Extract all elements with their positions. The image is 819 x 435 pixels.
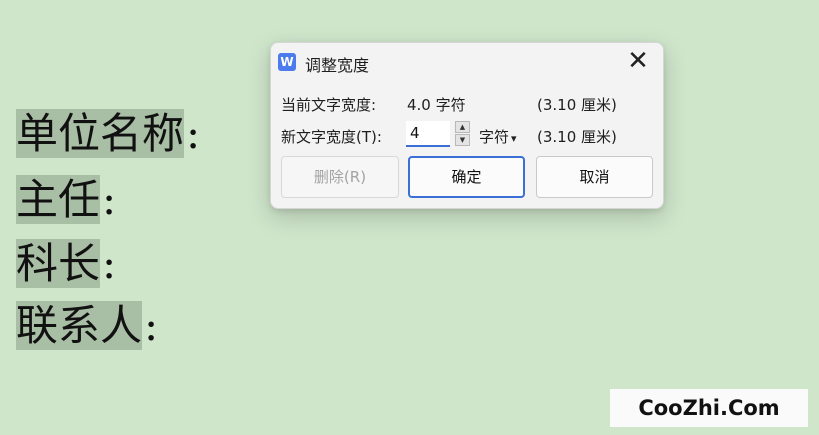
dialog-titlebar[interactable]: W 调整宽度 ✕ xyxy=(271,43,663,81)
new-width-label: 新文字宽度(T): xyxy=(281,128,382,146)
doc-text-highlight: 联系人 xyxy=(16,301,143,350)
cancel-button[interactable]: 取消 xyxy=(536,156,653,198)
doc-line-director: 主任: xyxy=(16,170,116,230)
doc-line-contact: 联系人: xyxy=(16,296,158,356)
unit-label: 字符 xyxy=(479,128,510,146)
dialog-title: 调整宽度 xyxy=(305,56,370,75)
site-watermark: CooZhi.Com xyxy=(610,389,808,427)
doc-text-highlight: 主任 xyxy=(16,175,101,224)
delete-button[interactable]: 删除(R) xyxy=(281,156,399,198)
width-stepper[interactable]: ▲ ▼ xyxy=(455,121,470,147)
doc-line-unit-name: 单位名称: xyxy=(16,104,200,164)
current-width-label: 当前文字宽度: xyxy=(281,96,377,114)
doc-colon: : xyxy=(102,175,117,224)
chevron-down-icon: ▾ xyxy=(511,132,517,145)
wps-writer-icon: W xyxy=(278,53,296,71)
ok-button[interactable]: 确定 xyxy=(408,156,525,198)
close-icon[interactable]: ✕ xyxy=(623,47,653,77)
new-width-input[interactable] xyxy=(406,121,450,147)
current-width-metric: (3.10 厘米) xyxy=(537,96,617,114)
spin-up-icon[interactable]: ▲ xyxy=(455,121,470,133)
doc-text-highlight: 科长 xyxy=(16,239,101,288)
doc-colon: : xyxy=(102,239,117,288)
unit-dropdown[interactable]: 字符 ▾ xyxy=(479,126,517,147)
doc-text-highlight: 单位名称 xyxy=(16,109,185,158)
new-width-metric: (3.10 厘米) xyxy=(537,128,617,146)
adjust-width-dialog: W 调整宽度 ✕ 当前文字宽度: 4.0 字符 (3.10 厘米) 新文字宽度(… xyxy=(270,42,664,209)
current-width-value: 4.0 字符 xyxy=(407,96,466,114)
doc-colon: : xyxy=(144,301,159,350)
doc-line-section-chief: 科长: xyxy=(16,234,116,294)
spin-down-icon[interactable]: ▼ xyxy=(455,134,470,146)
doc-colon: : xyxy=(186,109,201,158)
